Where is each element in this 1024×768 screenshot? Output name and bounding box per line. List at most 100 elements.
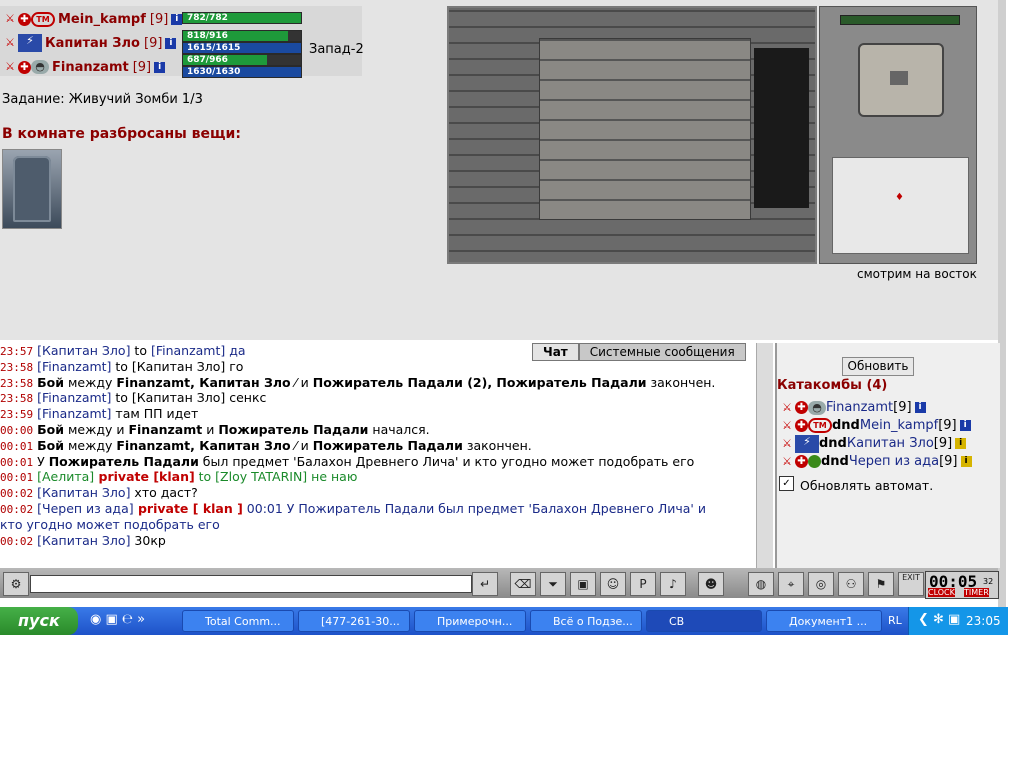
party-member-name[interactable]: Mein_kampf <box>58 12 146 27</box>
chat-fragment[interactable]: [Finanzamt] <box>37 406 111 421</box>
chat-fragment: Бой <box>37 437 64 453</box>
filter-icon[interactable]: ⏷ <box>540 572 566 596</box>
party-member-name[interactable]: Finanzamt <box>52 60 129 75</box>
clock-label: CLOCK <box>928 588 955 597</box>
info-icon[interactable]: i <box>960 456 972 467</box>
taskbar-button[interactable]: Total Comm... <box>182 610 294 632</box>
member-name[interactable]: Finanzamt <box>826 400 893 415</box>
smiley-icon[interactable]: ☻ <box>698 572 724 596</box>
tab-chat[interactable]: Чат <box>532 343 579 361</box>
flag-icon[interactable]: ⚑ <box>868 572 894 596</box>
tm-badge-icon: TM <box>808 418 832 433</box>
chat-line: 00:02 [Череп из ада] private [ klan ] 00:… <box>0 501 706 517</box>
info-icon[interactable]: i <box>959 420 971 431</box>
hp-bar: 782/782 <box>182 12 302 24</box>
refresh-button[interactable]: Обновить <box>842 357 914 376</box>
party-member-level: [9] <box>132 59 152 75</box>
helmet-icon: ◓ <box>808 400 826 415</box>
room-title: Катакомбы (4) <box>777 378 888 393</box>
info-icon[interactable]: i <box>914 402 926 413</box>
chat-timestamp: 00:02 <box>0 534 34 548</box>
chat-timestamp: 23:58 <box>0 392 34 406</box>
member-level: [9] <box>939 454 958 469</box>
member-name[interactable]: Mein_kampf <box>860 418 938 433</box>
room-member[interactable]: ⚔ ✚ TM dnd Mein_kampf [9] i <box>779 417 971 434</box>
mana-bar: 1630/1630 <box>182 66 302 78</box>
party-member-1[interactable]: ⚔ ✚ TM Mein_kampf [9] i <box>2 8 183 30</box>
chat-fragment: между и <box>64 422 129 437</box>
exit-button[interactable]: EXIT <box>898 572 924 596</box>
chat-fragment: [Аелита] <box>37 469 95 485</box>
taskbar-button-active[interactable]: CB <box>646 610 762 632</box>
eraser-icon[interactable]: ⌫ <box>510 572 536 596</box>
minimap[interactable]: ♦ <box>819 6 977 264</box>
taskbar-button[interactable]: [477-261-30... <box>298 610 410 632</box>
chat-fragment[interactable]: [Капитан Зло] <box>37 533 130 548</box>
taskbar-button[interactable]: Документ1 ... <box>766 610 882 632</box>
chat-line: кто угодно может подобрать его <box>0 517 220 533</box>
private-icon[interactable]: P <box>630 572 656 596</box>
map-icon[interactable]: ⌖ <box>778 572 804 596</box>
taskbar-button[interactable]: Примерочн... <box>414 610 526 632</box>
helmet-icon: ◓ <box>31 60 49 74</box>
party-member-1-bars: 782/782 <box>182 12 302 24</box>
clan-cross-icon: ✚ <box>795 401 808 414</box>
party-member-3[interactable]: ⚔ ✚ ◓ Finanzamt [9] i <box>2 56 166 78</box>
chat-fragment: Finanzamt, Капитан Зло <box>116 437 291 453</box>
chat-line: 23:58 [Finanzamt] to [Капитан Зло] сенкс <box>0 390 266 406</box>
info-icon[interactable]: i <box>955 438 967 449</box>
member-level: [9] <box>893 400 912 415</box>
tab-system-messages[interactable]: Системные сообщения <box>578 343 746 361</box>
status-prefix: dnd <box>821 454 849 469</box>
settings-gear-icon[interactable]: ⚙ <box>3 572 29 596</box>
taskbar-button[interactable]: Всё о Подзе... <box>530 610 642 632</box>
quick-launch-icons[interactable]: ◉ ▣ ℮ » <box>90 612 145 627</box>
start-button[interactable]: пуск <box>0 607 78 635</box>
chat-timestamp: 23:58 <box>0 360 34 374</box>
chat-fragment[interactable]: [Капитан Зло] <box>37 343 130 358</box>
inventory-icon[interactable]: ◎ <box>808 572 834 596</box>
chat-input[interactable] <box>30 575 472 593</box>
room-member[interactable]: ⚔ ✚ dnd Череп из ада [9] i <box>779 453 972 470</box>
info-icon[interactable]: i <box>165 37 177 49</box>
language-indicator[interactable]: RL <box>888 614 902 627</box>
chat-line: 23:58 Бой между Finanzamt, Капитан Зло ⁄ … <box>0 375 715 391</box>
chat-fragment[interactable]: [Капитан Зло] <box>37 485 130 500</box>
party-member-2[interactable]: ⚔ ⚡ Капитан Зло [9] i <box>2 32 177 54</box>
party-member-name[interactable]: Капитан Зло <box>45 36 140 51</box>
party-icon[interactable]: ⚇ <box>838 572 864 596</box>
room-member[interactable]: ⚔ ✚ ◓ Finanzamt [9] i <box>779 399 926 416</box>
chat-fragment: кто угодно может подобрать его <box>0 516 220 532</box>
compass-strip <box>840 15 960 25</box>
game-clock: 00:05 32 CLOCK TIMER <box>925 571 999 599</box>
chat-timestamp: 00:00 <box>0 424 34 437</box>
chat-fragment: начался. <box>368 422 430 437</box>
sound-icon[interactable]: ♪ <box>660 572 686 596</box>
chat-fragment: Бой <box>37 374 64 390</box>
chat-fragment[interactable]: [Череп из ада] <box>37 501 134 516</box>
dungeon-view[interactable] <box>447 6 817 264</box>
party-member-3-bars: 687/966 1630/1630 <box>182 54 302 78</box>
chat-timestamp: 23:57 <box>0 345 34 358</box>
item-robe[interactable] <box>2 149 62 229</box>
chat-fragment: Пожиратель Падали <box>312 437 463 453</box>
room-member[interactable]: ⚔ ⚡ dnd Капитан Зло [9] i <box>779 434 967 453</box>
person-icon[interactable]: ☺ <box>600 572 626 596</box>
info-icon[interactable]: i <box>154 61 166 73</box>
chat-fragment: Пожиратель Падали <box>218 422 369 437</box>
chat-fragment[interactable]: [Finanzamt] <box>37 359 111 374</box>
member-name[interactable]: Капитан Зло <box>847 436 934 451</box>
send-enter-icon[interactable]: ↵ <box>472 572 498 596</box>
chat-timestamp: 23:59 <box>0 408 34 422</box>
bag-icon[interactable]: ◍ <box>748 572 774 596</box>
chat-line: 23:58 [Finanzamt] to [Капитан Зло] го <box>0 359 243 375</box>
auto-refresh-checkbox[interactable]: ✓ <box>779 476 794 491</box>
info-icon[interactable]: i <box>171 13 183 25</box>
tray-icons[interactable]: ❮ ✻ ▣ <box>918 612 960 627</box>
chat-fragment[interactable]: [Finanzamt] <box>37 390 111 405</box>
sword-icon: ⚔ <box>5 36 15 49</box>
chat-scrollbar[interactable] <box>756 343 773 568</box>
back-wall <box>539 38 751 220</box>
save-icon[interactable]: ▣ <box>570 572 596 596</box>
member-name[interactable]: Череп из ада <box>849 454 939 469</box>
